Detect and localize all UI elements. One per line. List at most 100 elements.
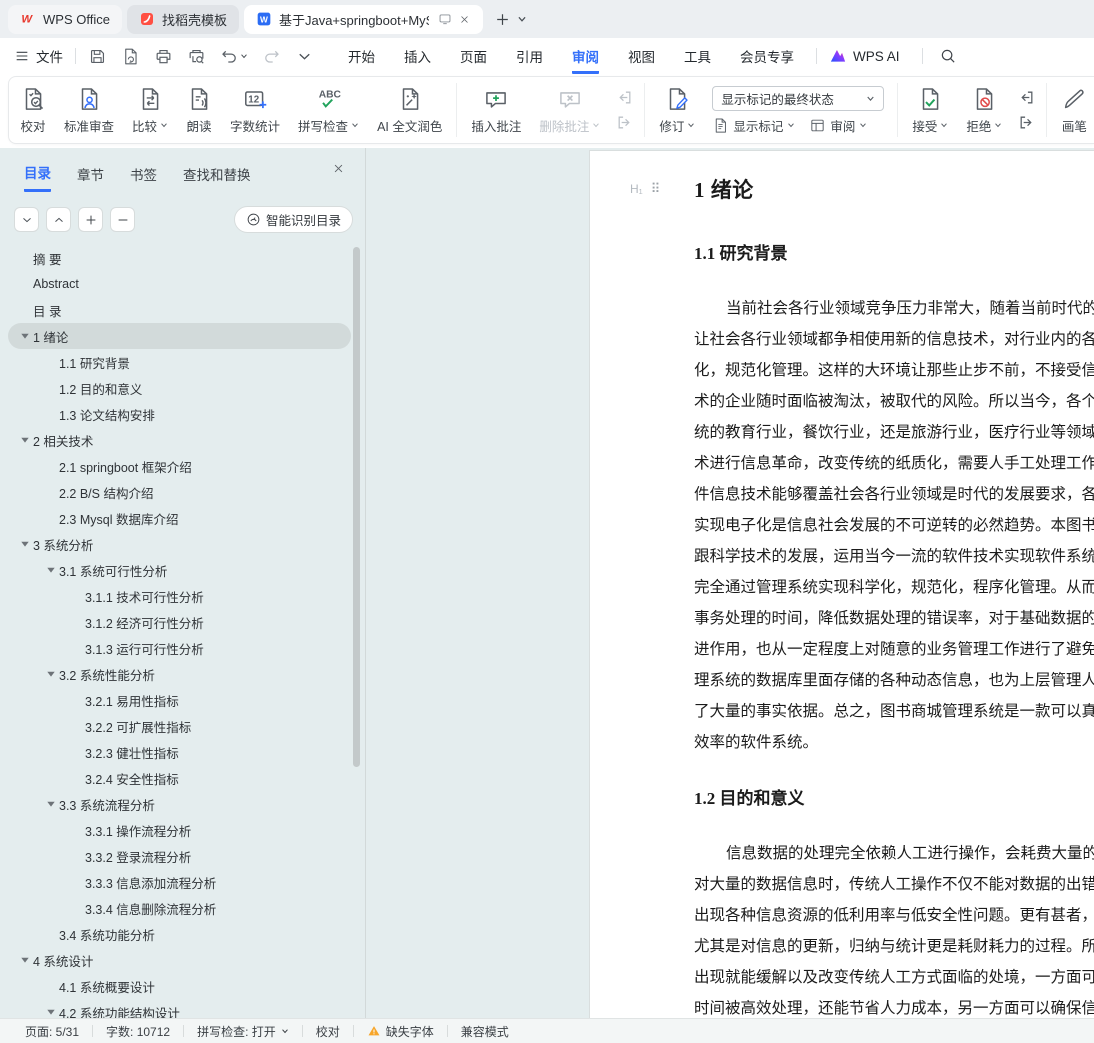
review-pane-button[interactable]: 审阅 (809, 116, 867, 135)
search-icon[interactable] (939, 47, 957, 65)
ribbon-ai-polish-button[interactable]: AI 全文润色 (368, 86, 451, 135)
toc-collapse-arrow-icon[interactable] (16, 331, 33, 341)
doc-text-line[interactable]: 对大量的数据信息时，传统人工操作不仅不能对数据的出错率进行 (694, 869, 1094, 900)
status-missing-font[interactable]: 缺失字体 (354, 1023, 447, 1040)
doc-text-line[interactable]: 出现各种信息资源的低利用率与低安全性问题。更有甚者， (694, 900, 1094, 931)
doc-text-line[interactable]: 化，规范化管理。这样的大环境让那些止步不前，不接受信息改革 (694, 355, 1094, 386)
sidebar-scrollbar[interactable] (353, 245, 360, 1010)
doc-text-line[interactable]: 件信息技术能够覆盖社会各行业领域是时代的发展要求，各行业实 (694, 479, 1094, 510)
toc-item[interactable]: 2 相关技术 (8, 427, 351, 453)
doc-text-line[interactable]: 术的企业随时面临被淘汰，被取代的风险。所以当今，各个行业， (694, 386, 1094, 417)
status-page-count[interactable]: 页面: 5/31 (12, 1023, 92, 1040)
toc-collapse-arrow-icon[interactable] (42, 799, 59, 809)
toc-item[interactable]: 3 系统分析 (8, 531, 351, 557)
tab-list-chevron-icon[interactable] (517, 14, 527, 24)
toc-collapse-arrow-icon[interactable] (42, 1007, 59, 1017)
doc-text-line[interactable]: 了大量的事实依据。总之，图书商城管理系统是一款可以真正提升 (694, 696, 1094, 727)
ribbon-compare-button[interactable]: 比较 (123, 86, 177, 135)
doc-paragraph[interactable]: 当前社会各行业领域竞争压力非常大，随着当前时代的信息 让社会各行业领域都争相使用新… (694, 293, 1094, 758)
drag-handle-icon[interactable]: ⠿ (651, 181, 660, 197)
ribbon-revise-button[interactable]: 修订 (650, 86, 704, 135)
menu-tab-审阅[interactable]: 审阅 (572, 38, 599, 74)
doc-text-line[interactable]: 统的教育行业，餐饮行业，还是旅游行业，医疗行业等领域都借助 (694, 417, 1094, 448)
toc-item[interactable]: 3.3.1 操作流程分析 (8, 817, 351, 843)
doc-text-line[interactable]: 进作用，也从一定程度上对随意的业务管理工作进行了避免。并且 (694, 634, 1094, 665)
menu-tab-页面[interactable]: 页面 (460, 38, 487, 74)
toc-collapse-arrow-icon[interactable] (16, 539, 33, 549)
status-compat-mode[interactable]: 兼容模式 (448, 1023, 522, 1040)
toc-item[interactable]: 4.2 系统功能结构设计 (8, 999, 351, 1018)
status-word-count[interactable]: 字数: 10712 (93, 1023, 183, 1040)
tab-document[interactable]: W 基于Java+springboot+MyS (243, 4, 483, 34)
toc-item[interactable]: 3.3.4 信息删除流程分析 (8, 895, 351, 921)
export-icon[interactable] (121, 47, 140, 66)
toolbar-more-icon[interactable] (295, 47, 314, 66)
toc-item[interactable]: 3.3.2 登录流程分析 (8, 843, 351, 869)
toc-item[interactable]: Abstract (8, 271, 351, 297)
toc-item[interactable]: 3.1.1 技术可行性分析 (8, 583, 351, 609)
menu-tab-引用[interactable]: 引用 (516, 38, 543, 74)
doc-text-line[interactable]: 尤其是对信息的更新，归纳与统计更是耗财耗力的过程。所以信息 (694, 931, 1094, 962)
doc-text-line[interactable]: 出现就能缓解以及改变传统人工方式面临的处境，一方面可以让信 (694, 962, 1094, 993)
toc-collapse-arrow-icon[interactable] (16, 955, 33, 965)
sidebar-tab-目录[interactable]: 目录 (24, 162, 51, 192)
ribbon-std-review-button[interactable]: 标准审查 (55, 86, 123, 135)
new-tab-button[interactable] (494, 11, 511, 28)
toc-item[interactable]: 4.1 系统概要设计 (8, 973, 351, 999)
toc-item[interactable]: 3.2.4 安全性指标 (8, 765, 351, 791)
print-preview-icon[interactable] (187, 47, 206, 66)
next-change-icon[interactable] (1016, 113, 1036, 133)
ribbon-word-count-button[interactable]: 12 字数统计 (221, 86, 289, 135)
doc-heading-2[interactable]: 1.1 研究背景 (694, 241, 1094, 267)
expand-all-button[interactable] (14, 207, 39, 232)
ribbon-insert-comment-button[interactable]: 插入批注 (462, 86, 530, 135)
doc-text-line[interactable]: 术进行信息革命，改变传统的纸质化，需要人手工处理工作的方式 (694, 448, 1094, 479)
undo-icon[interactable] (220, 47, 248, 66)
toc-item[interactable]: 3.1.2 经济可行性分析 (8, 609, 351, 635)
doc-text-line[interactable]: 效率的软件系统。 (694, 727, 1094, 758)
doc-paragraph[interactable]: 信息数据的处理完全依赖人工进行操作，会耗费大量的人力资对大量的数据信息时，传统人… (694, 838, 1094, 1024)
status-proofread[interactable]: 校对 (303, 1023, 353, 1040)
sidebar-tab-查找和替换[interactable]: 查找和替换 (183, 164, 251, 191)
toc-item[interactable]: 3.1.3 运行可行性分析 (8, 635, 351, 661)
toc-item[interactable]: 2.3 Mysql 数据库介绍 (8, 505, 351, 531)
toc-item[interactable]: 3.2.2 可扩展性指标 (8, 713, 351, 739)
toc-item[interactable]: 2.1 springboot 框架介绍 (8, 453, 351, 479)
menu-tab-工具[interactable]: 工具 (684, 38, 711, 74)
menu-tab-会员专享[interactable]: 会员专享 (740, 38, 794, 74)
ribbon-reject-button[interactable]: 拒绝 (957, 86, 1011, 135)
doc-heading-2[interactable]: 1.2 目的和意义 (694, 786, 1094, 812)
toc-item[interactable]: 摘 要 (8, 245, 351, 271)
menu-tab-插入[interactable]: 插入 (404, 38, 431, 74)
ribbon-accept-button[interactable]: 接受 (903, 86, 957, 135)
toc-item[interactable]: 3.1 系统可行性分析 (8, 557, 351, 583)
toc-collapse-arrow-icon[interactable] (16, 435, 33, 445)
toc-item[interactable]: 1.3 论文结构安排 (8, 401, 351, 427)
toc-item[interactable]: 3.2 系统性能分析 (8, 661, 351, 687)
ribbon-spellcheck-button[interactable]: ABC 拼写检查 (289, 86, 368, 135)
file-menu[interactable]: 文件 (14, 46, 63, 66)
toc-item[interactable]: 4 系统设计 (8, 947, 351, 973)
doc-text-line[interactable]: 让社会各行业领域都争相使用新的信息技术，对行业内的各种数据 (694, 324, 1094, 355)
markup-state-select[interactable]: 显示标记的最终状态 (712, 85, 885, 111)
doc-text-line[interactable]: 理系统的数据库里面存储的各种动态信息，也为上层管理人员作出 (694, 665, 1094, 696)
expand-level-button[interactable] (78, 207, 103, 232)
menu-tab-视图[interactable]: 视图 (628, 38, 655, 74)
toc-item[interactable]: 2.2 B/S 结构介绍 (8, 479, 351, 505)
toc-item[interactable]: 3.4 系统功能分析 (8, 921, 351, 947)
toc-item[interactable]: 3.3 系统流程分析 (8, 791, 351, 817)
tab-wps-office[interactable]: W WPS Office (8, 4, 122, 34)
show-markup-button[interactable]: 显示标记 (712, 116, 795, 135)
toc-collapse-arrow-icon[interactable] (42, 669, 59, 679)
smart-toc-button[interactable]: 智能识别目录 (233, 206, 353, 233)
status-spellcheck[interactable]: 拼写检查: 打开 (184, 1023, 302, 1040)
sidebar-scrollbar-thumb[interactable] (353, 247, 360, 767)
toc-item[interactable]: 3.2.1 易用性指标 (8, 687, 351, 713)
toc-item[interactable]: 目 录 (8, 297, 351, 323)
toc-item[interactable]: 3.3.3 信息添加流程分析 (8, 869, 351, 895)
doc-text-line[interactable]: 完全通过管理系统实现科学化，规范化，程序化管理。从而很大程 (694, 572, 1094, 603)
doc-text-line[interactable]: 跟科学技术的发展，运用当今一流的软件技术实现软件系统的开发 (694, 541, 1094, 572)
doc-text-line[interactable]: 事务处理的时间，降低数据处理的错误率，对于基础数据的管理水 (694, 603, 1094, 634)
menu-tab-开始[interactable]: 开始 (348, 38, 375, 74)
sidebar-close-icon[interactable] (331, 161, 346, 176)
